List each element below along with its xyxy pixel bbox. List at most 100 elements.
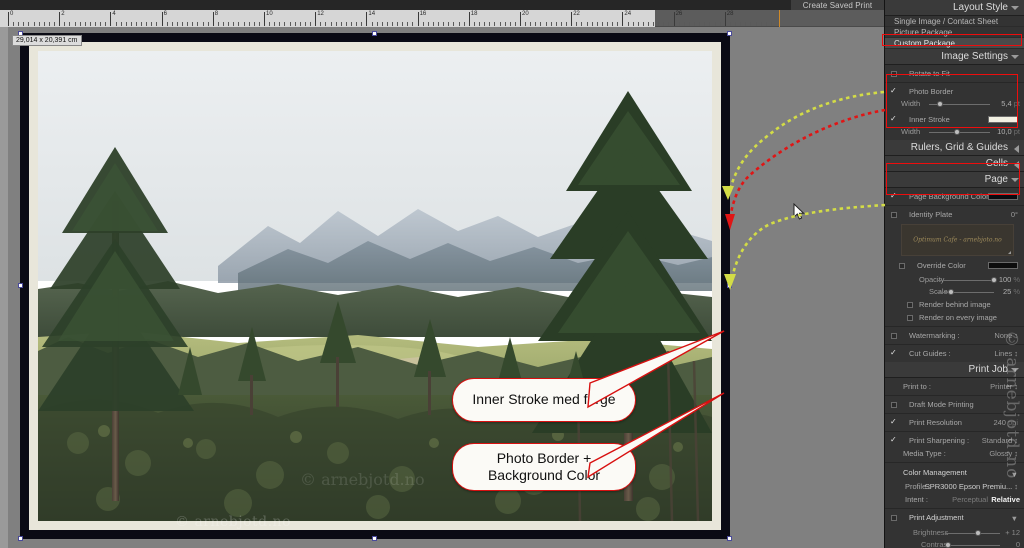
identity-plate-angle[interactable]: 0° [1011, 208, 1018, 221]
stepper-icon[interactable]: ↕ [1014, 382, 1018, 391]
inner-stroke-width-knob[interactable] [954, 128, 961, 135]
panel-header-page[interactable]: Page [885, 172, 1024, 188]
rotate-to-fit-checkbox[interactable] [891, 70, 897, 77]
layout-style-option-single-image[interactable]: Single Image / Contact Sheet [885, 16, 1024, 27]
chevron-down-icon[interactable] [1011, 368, 1019, 372]
media-type-value[interactable]: Glossy ↕ [989, 447, 1018, 460]
photo-border-width-slider[interactable]: Width 5,4 pt [885, 98, 1024, 110]
page-background-color-swatch[interactable] [988, 193, 1018, 200]
override-color-row[interactable]: Override Color [885, 259, 1024, 272]
selection-handle-tc[interactable] [372, 31, 377, 36]
panel-header-rulers-grid-guides[interactable]: Rulers, Grid & Guides [885, 140, 1024, 156]
render-every-image-row[interactable]: Render on every image [885, 311, 1024, 324]
intent-option-perceptual[interactable]: Perceptual [952, 493, 988, 506]
watermarking-row[interactable]: Watermarking : None ↕ [885, 329, 1024, 342]
right-panel[interactable]: Layout Style Single Image / Contact Shee… [884, 0, 1024, 548]
identity-scale-slider[interactable]: Scale 25% [885, 286, 1024, 298]
print-resolution-row[interactable]: ✓ Print Resolution 240 ppi [885, 416, 1024, 429]
selection-handle-bc[interactable] [372, 536, 377, 541]
stepper-icon[interactable]: ↕ [1014, 436, 1018, 445]
profile-row[interactable]: Profile : SPR3000 Epson Premiu... ↕ [885, 480, 1024, 493]
chevron-left-icon[interactable] [1014, 161, 1019, 169]
stepper-icon[interactable]: ↕ [1014, 349, 1018, 358]
stepper-icon[interactable]: ↕ [1014, 482, 1018, 491]
print-to-value[interactable]: Printer ↕ [990, 380, 1018, 393]
panel-header-cells[interactable]: Cells [885, 156, 1024, 172]
print-adjustment-checkbox[interactable] [891, 514, 897, 521]
panel-header-layout-style[interactable]: Layout Style [885, 0, 1024, 16]
photo-border-checkmark-icon[interactable]: ✓ [890, 87, 897, 95]
inner-stroke-width-slider[interactable]: Width 10,0 pt [885, 126, 1024, 138]
chevron-down-icon[interactable] [1011, 6, 1019, 10]
print-resolution-number: 240 [993, 418, 1006, 427]
profile-value[interactable]: SPR3000 Epson Premiu... ↕ [925, 480, 1018, 493]
print-to-row[interactable]: Print to : Printer ↕ [885, 380, 1024, 393]
cut-guides-checkmark-icon[interactable]: ✓ [890, 349, 897, 357]
identity-opacity-slider[interactable]: Opacity 100% [885, 274, 1024, 286]
print-sharpening-value[interactable]: Standard ↕ [982, 434, 1018, 447]
inner-stroke-checkmark-icon[interactable]: ✓ [890, 115, 897, 123]
identity-scale-knob[interactable] [948, 288, 955, 295]
identity-opacity-knob[interactable] [991, 276, 997, 283]
layout-style-option-picture-package[interactable]: Picture Package [885, 27, 1024, 38]
selection-handle-ml[interactable] [18, 283, 23, 288]
color-management-header[interactable]: Color Management ▼ [885, 465, 1024, 480]
media-type-row[interactable]: Media Type : Glossy ↕ [885, 447, 1024, 460]
layout-style-body: Single Image / Contact Sheet Picture Pac… [885, 16, 1024, 49]
brightness-knob[interactable] [975, 529, 981, 536]
panel-header-print-job[interactable]: Print Job [885, 362, 1024, 378]
render-behind-image-checkbox[interactable] [907, 301, 913, 308]
print-resolution-checkmark-icon[interactable]: ✓ [890, 418, 897, 426]
photo-border-row[interactable]: ✓ Photo Border [885, 85, 1024, 98]
identity-plate-checkbox[interactable] [891, 211, 897, 218]
override-color-swatch[interactable] [988, 262, 1018, 269]
draft-mode-checkbox[interactable] [891, 401, 897, 408]
chevron-down-icon[interactable] [1011, 178, 1019, 182]
identity-plate-preview[interactable]: Optimum Cafe - arnebjoto.no [901, 224, 1014, 256]
contrast-slider[interactable]: Contrast 0 [885, 539, 1024, 548]
rotate-to-fit-row[interactable]: Rotate to Fit [885, 67, 1024, 80]
contrast-knob[interactable] [945, 541, 952, 548]
contrast-track[interactable] [945, 544, 1000, 546]
print-adjustment-row[interactable]: Print Adjustment ▼ [885, 511, 1024, 524]
stepper-icon[interactable]: ↕ [1014, 449, 1018, 458]
print-resolution-value[interactable]: 240 ppi [993, 416, 1018, 429]
brightness-slider[interactable]: Brightness + 12 [885, 527, 1024, 539]
selection-handle-mr[interactable] [727, 283, 732, 288]
identity-plate-row[interactable]: Identity Plate 0° [885, 208, 1024, 221]
watermarking-value[interactable]: None ↕ [994, 329, 1018, 342]
render-behind-image-row[interactable]: Render behind image [885, 298, 1024, 311]
identity-opacity-track[interactable] [937, 279, 994, 281]
intent-row[interactable]: Intent : Perceptual Relative [885, 493, 1024, 506]
page-background-color-row[interactable]: ✓ Page Background Color [885, 190, 1024, 203]
photo-border-width-knob[interactable] [936, 100, 943, 107]
stepper-icon[interactable]: ↕ [1014, 331, 1018, 340]
identity-scale-track[interactable] [937, 291, 994, 293]
inner-stroke-row[interactable]: ✓ Inner Stroke [885, 113, 1024, 126]
print-sharpening-row[interactable]: ✓ Print Sharpening : Standard ↕ [885, 434, 1024, 447]
horizontal-ruler[interactable]: 0 2 4 6 8 10 12 14 16 18 20 22 24 26 28 [0, 10, 884, 27]
selection-handle-tr[interactable] [727, 31, 732, 36]
panel-header-image-settings[interactable]: Image Settings [885, 49, 1024, 65]
page-background-color-checkmark-icon[interactable]: ✓ [890, 192, 897, 200]
layout-style-option-custom-package[interactable]: Custom Package [885, 38, 1024, 49]
chevron-down-icon[interactable] [1011, 55, 1019, 59]
cut-guides-value[interactable]: Lines ↕ [994, 347, 1018, 360]
draft-mode-row[interactable]: Draft Mode Printing [885, 398, 1024, 411]
override-color-checkbox[interactable] [899, 262, 905, 269]
print-sharpening-checkmark-icon[interactable]: ✓ [890, 436, 897, 444]
identity-plate-menu-icon[interactable] [1008, 251, 1011, 254]
selection-handle-br[interactable] [727, 536, 732, 541]
print-canvas[interactable]: 29,014 x 20,391 cm © arnebjotd.no Inner … [0, 27, 884, 548]
cut-guides-row[interactable]: ✓ Cut Guides : Lines ↕ [885, 347, 1024, 360]
chevron-left-icon[interactable] [1014, 145, 1019, 153]
watermarking-checkbox[interactable] [891, 332, 897, 339]
brightness-track[interactable] [945, 532, 1000, 534]
inner-stroke-color-swatch[interactable] [988, 116, 1018, 123]
render-every-image-checkbox[interactable] [907, 314, 913, 321]
selection-handle-bl[interactable] [18, 536, 23, 541]
intent-option-relative[interactable]: Relative [991, 493, 1020, 506]
ruler-tick-label: 12 [317, 11, 324, 17]
ruler-tick-minor [699, 22, 701, 26]
print-adjustment-chevron-down-icon[interactable]: ▼ [1011, 512, 1018, 525]
